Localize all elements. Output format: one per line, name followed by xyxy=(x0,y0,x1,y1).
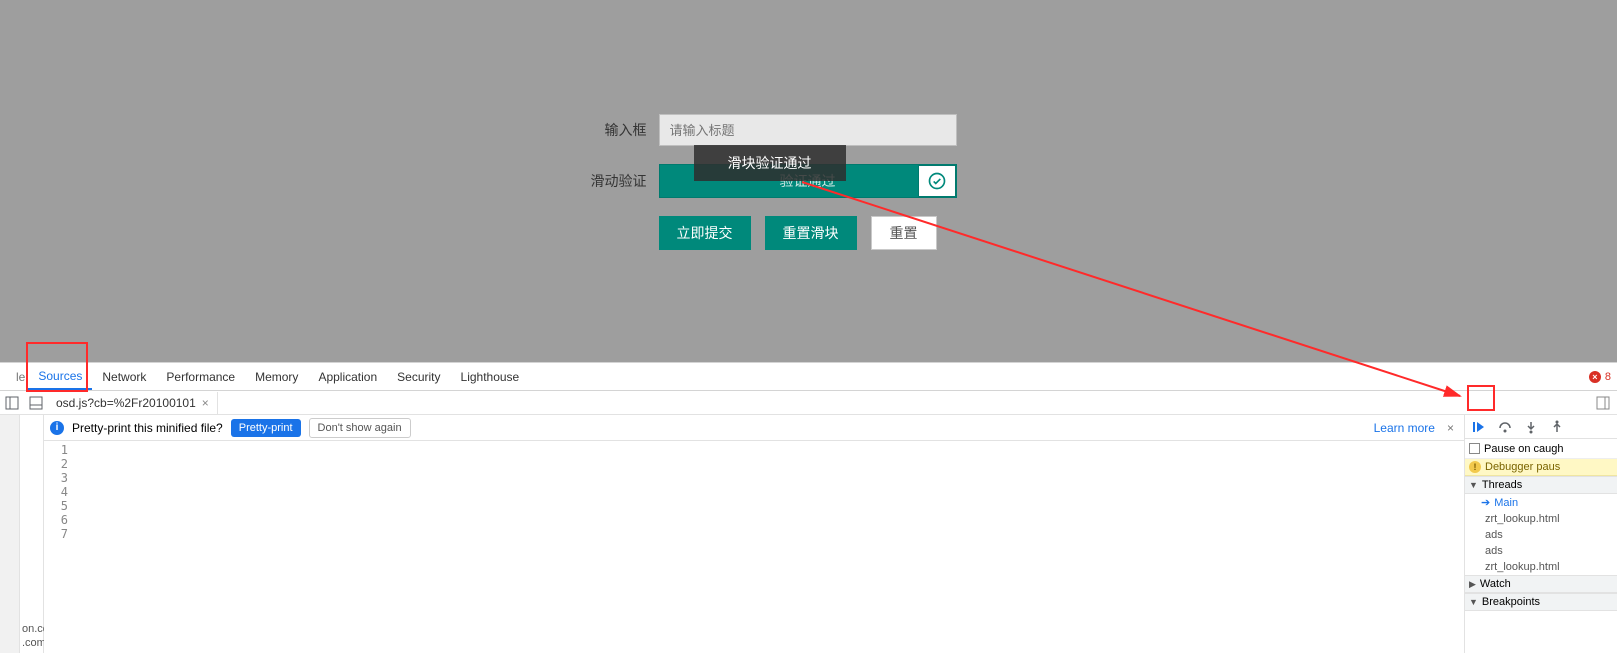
thread-item[interactable]: ads xyxy=(1465,527,1617,543)
error-count: 8 xyxy=(1605,371,1611,383)
code-editor[interactable]: 1 2 3 4 5 6 7 )||Array.isArray(b)||Vb&&b… xyxy=(44,441,1464,653)
line-number: 4 xyxy=(44,485,68,499)
tab-application[interactable]: Application xyxy=(308,363,387,390)
line-number: 7 xyxy=(44,527,68,541)
pause-label: Pause on caugh xyxy=(1484,443,1564,455)
arrow-right-icon: ➔ xyxy=(1481,496,1490,509)
pretty-close-icon[interactable]: × xyxy=(1443,421,1458,435)
chevron-right-icon: ▶ xyxy=(1469,579,1476,590)
input-label: 输入框 xyxy=(569,120,659,140)
debugger-status-text: Debugger paus xyxy=(1485,461,1560,473)
toast: 滑块验证通过 xyxy=(694,145,846,181)
devtools-tabs: le Sources Network Performance Memory Ap… xyxy=(0,363,1617,391)
threads-section-header[interactable]: ▼ Threads xyxy=(1465,476,1617,494)
line-number: 1 xyxy=(44,443,68,457)
submit-button[interactable]: 立即提交 xyxy=(659,216,751,250)
app-page: 输入框 滑动验证 验证通过 滑块验证通过 立即提交 重置滑块 重置 xyxy=(0,0,1617,362)
dont-show-button[interactable]: Don't show again xyxy=(309,418,411,438)
warning-icon: ! xyxy=(1469,461,1481,473)
step-over-icon[interactable] xyxy=(1497,419,1513,435)
checkbox-icon[interactable] xyxy=(1469,443,1480,454)
tab-sources[interactable]: Sources xyxy=(28,363,92,390)
resume-icon[interactable] xyxy=(1471,419,1487,435)
tab-performance[interactable]: Performance xyxy=(156,363,245,390)
slider-check-handle[interactable] xyxy=(918,165,956,197)
devtools-panel: le Sources Network Performance Memory Ap… xyxy=(0,362,1617,653)
breakpoints-label: Breakpoints xyxy=(1482,596,1540,608)
tab-memory[interactable]: Memory xyxy=(245,363,308,390)
code-area: i Pretty-print this minified file? Prett… xyxy=(44,415,1465,653)
slider-row: 滑动验证 验证通过 滑块验证通过 xyxy=(569,164,1049,198)
tab-network[interactable]: Network xyxy=(92,363,156,390)
code-line xyxy=(74,639,1464,653)
thread-item[interactable]: zrt_lookup.html xyxy=(1465,559,1617,575)
reset-slider-button[interactable]: 重置滑块 xyxy=(765,216,857,250)
watch-label: Watch xyxy=(1480,578,1511,590)
left-handle[interactable] xyxy=(0,415,20,653)
error-badge[interactable]: × 8 xyxy=(1589,371,1611,383)
form: 输入框 滑动验证 验证通过 滑块验证通过 立即提交 重置滑块 重置 xyxy=(569,114,1049,362)
tab-lighthouse[interactable]: Lighthouse xyxy=(451,363,530,390)
title-input[interactable] xyxy=(659,114,957,146)
button-row: 立即提交 重置滑块 重置 xyxy=(659,216,1049,250)
debugger-pane: Pause on caugh ! Debugger paus ▼ Threads… xyxy=(1465,415,1617,653)
debugger-toolbar xyxy=(1465,415,1617,439)
pretty-print-bar: i Pretty-print this minified file? Prett… xyxy=(44,415,1464,441)
file-tab-name: osd.js?cb=%2Fr20100101 xyxy=(56,396,196,410)
chevron-down-icon: ▼ xyxy=(1469,480,1478,490)
learn-more-link[interactable]: Learn more xyxy=(1374,421,1435,435)
thread-main-label: Main xyxy=(1494,497,1518,509)
left-extra-b: .com xyxy=(22,637,41,649)
step-into-icon[interactable] xyxy=(1523,419,1539,435)
left-extra: on.co .com xyxy=(20,415,44,653)
slider-track[interactable]: 验证通过 滑块验证通过 xyxy=(659,164,957,198)
close-icon[interactable]: × xyxy=(202,396,209,410)
pretty-prompt: Pretty-print this minified file? xyxy=(72,421,223,435)
thread-item[interactable]: zrt_lookup.html xyxy=(1465,511,1617,527)
step-out-icon[interactable] xyxy=(1549,419,1565,435)
thread-main[interactable]: ➔ Main xyxy=(1465,494,1617,511)
thread-item[interactable]: ads xyxy=(1465,543,1617,559)
left-extra-a: on.co xyxy=(22,623,41,635)
checkmark-icon xyxy=(927,171,947,191)
code-lines: )||Array.isArray(b)||Vb&&b instanceof Ui… xyxy=(74,441,1464,653)
tab-security[interactable]: Security xyxy=(387,363,450,390)
debugger-status: ! Debugger paus xyxy=(1465,459,1617,476)
file-tab-bar: osd.js?cb=%2Fr20100101 × xyxy=(0,391,1617,415)
info-icon: i xyxy=(50,421,64,435)
line-number: 6 xyxy=(44,513,68,527)
code-line xyxy=(74,513,1464,527)
threads-label: Threads xyxy=(1482,479,1522,491)
page-toggle-icon[interactable] xyxy=(24,391,48,415)
error-icon: × xyxy=(1589,371,1601,383)
watch-section-header[interactable]: ▶ Watch xyxy=(1465,575,1617,593)
reset-button[interactable]: 重置 xyxy=(871,216,937,250)
file-tab[interactable]: osd.js?cb=%2Fr20100101 × xyxy=(48,392,218,414)
expand-pane-icon[interactable] xyxy=(1593,393,1613,413)
code-line xyxy=(74,555,1464,569)
toast-text: 滑块验证通过 xyxy=(728,153,812,173)
line-number: 3 xyxy=(44,471,68,485)
slider-label: 滑动验证 xyxy=(569,171,659,191)
pause-on-caught-row[interactable]: Pause on caugh xyxy=(1465,439,1617,459)
chevron-down-icon: ▼ xyxy=(1469,597,1478,607)
tab-cut[interactable]: le xyxy=(6,363,28,390)
navigator-toggle-icon[interactable] xyxy=(0,391,24,415)
line-number: 2 xyxy=(44,457,68,471)
code-line xyxy=(74,597,1464,611)
input-row: 输入框 xyxy=(569,114,1049,146)
line-number: 5 xyxy=(44,499,68,513)
line-gutter: 1 2 3 4 5 6 7 xyxy=(44,441,74,653)
breakpoints-section-header[interactable]: ▼ Breakpoints xyxy=(1465,593,1617,611)
pretty-print-button[interactable]: Pretty-print xyxy=(231,419,301,437)
devtools-body: on.co .com i Pretty-print this minified … xyxy=(0,415,1617,653)
code-line xyxy=(74,471,1464,485)
